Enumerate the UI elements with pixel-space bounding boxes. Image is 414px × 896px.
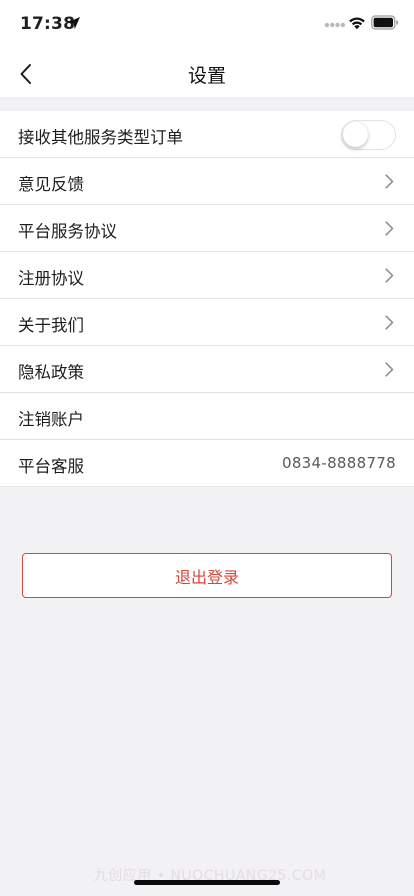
settings-list: 接收其他服务类型订单 意见反馈 平台服务协议 注册协议 关于我们 隐私政策 注销…	[0, 111, 414, 487]
settings-row-registration-agreement[interactable]: 注册协议	[0, 252, 414, 299]
chevron-right-icon	[385, 362, 394, 377]
settings-row-label: 注册协议	[18, 269, 84, 288]
home-indicator[interactable]	[134, 880, 280, 885]
settings-row-label: 意见反馈	[18, 175, 84, 194]
customer-service-phone[interactable]: 0834-8888778	[282, 454, 396, 472]
receive-orders-toggle[interactable]	[341, 120, 396, 150]
settings-row-label: 平台客服	[18, 457, 84, 476]
settings-row-about-us[interactable]: 关于我们	[0, 299, 414, 346]
location-arrow-icon	[68, 17, 80, 29]
battery-icon	[371, 15, 399, 30]
status-bar: 17:38	[0, 0, 414, 50]
settings-row-platform-agreement[interactable]: 平台服务协议	[0, 205, 414, 252]
wifi-icon	[349, 17, 365, 30]
chevron-right-icon	[385, 174, 394, 189]
settings-row-feedback[interactable]: 意见反馈	[0, 158, 414, 205]
settings-row-label: 接收其他服务类型订单	[18, 128, 183, 147]
chevron-right-icon	[385, 315, 394, 330]
navigation-bar: 设置	[0, 50, 414, 97]
page-title: 设置	[187, 65, 226, 87]
settings-row-privacy-policy[interactable]: 隐私政策	[0, 346, 414, 393]
settings-row-receive-orders: 接收其他服务类型订单	[0, 111, 414, 158]
logout-button[interactable]: 退出登录	[22, 553, 392, 598]
settings-row-label: 关于我们	[18, 316, 84, 335]
settings-row-label: 平台服务协议	[18, 222, 117, 241]
signal-dots-icon	[324, 22, 346, 28]
chevron-right-icon	[385, 268, 394, 283]
settings-row-label: 隐私政策	[18, 363, 84, 382]
settings-row-customer-service[interactable]: 平台客服 0834-8888778	[0, 440, 414, 487]
toggle-knob	[343, 122, 368, 147]
chevron-right-icon	[385, 221, 394, 236]
settings-row-delete-account[interactable]: 注销账户	[0, 393, 414, 440]
settings-row-label: 注销账户	[18, 410, 84, 429]
